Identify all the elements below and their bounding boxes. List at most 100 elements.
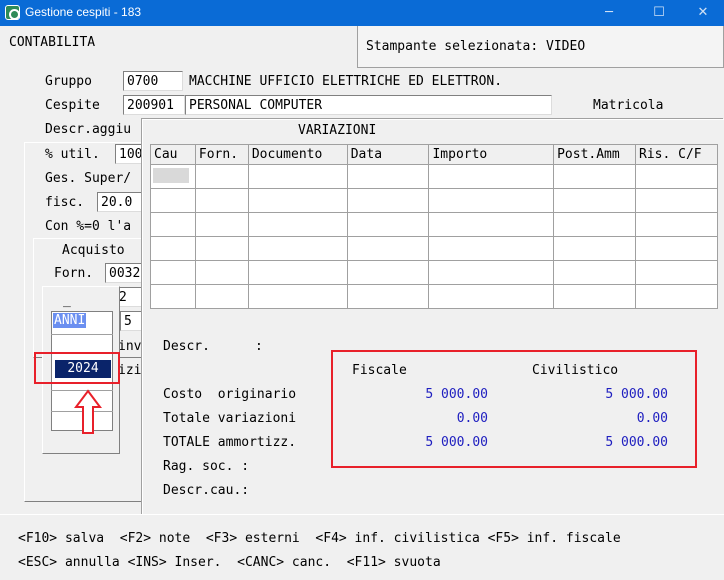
table-cell[interactable] [194,188,249,213]
column-header: Importo [428,144,555,165]
fisc-field[interactable]: 20.0 [97,192,145,212]
matricola-label: Matricola [593,98,664,113]
close-button[interactable]: ✕ [680,0,724,26]
cespite-label: Cespite [45,98,100,113]
table-cell[interactable] [635,188,718,213]
descr-label: Descr. [163,339,210,354]
column-header: Post.Amm [553,144,637,165]
util-field[interactable]: 100 [115,144,145,164]
title-bar: Gestione cespiti - 183 ─ ☐ ✕ [0,0,724,26]
fisc-label: fisc. [45,195,85,210]
table-cell[interactable] [428,164,555,189]
con-label: Con %=0 l'a [45,219,132,234]
cespite-code-field[interactable]: 200901 [123,95,185,115]
column-header: Documento [247,144,348,165]
table-cell[interactable] [194,212,249,237]
forn-field[interactable]: 0032 [105,263,145,283]
column-header: Cau [150,144,196,165]
table-cell[interactable] [247,188,348,213]
table-cell[interactable] [635,236,718,261]
table-row[interactable] [150,284,718,309]
table-cell[interactable] [194,260,249,285]
function-keys-bar: <F10> salva <F2> note <F3> esterni <F4> … [0,514,724,580]
gruppo-code-field[interactable]: 0700 [123,71,183,91]
table-cell[interactable] [428,236,555,261]
table-cell[interactable] [635,164,718,189]
table-cell[interactable] [150,284,196,309]
table-row[interactable] [150,188,718,213]
table-cell[interactable] [553,284,637,309]
table-cell[interactable] [346,164,430,189]
printer-panel: Stampante selezionata: VIDEO [357,26,724,68]
table-cell[interactable] [635,212,718,237]
table-cell[interactable] [553,260,637,285]
civilistico-header: Civilistico [532,363,619,378]
table-cell[interactable] [553,164,637,189]
ges-super-label: Ges. Super/ [45,171,132,186]
table-cell[interactable] [150,188,196,213]
table-cell[interactable] [247,260,348,285]
footer-keys-line1: <F10> salva <F2> note <F3> esterni <F4> … [18,531,621,546]
table-cell[interactable] [150,212,196,237]
table-cell[interactable] [150,164,196,189]
table-cell[interactable] [247,236,348,261]
table-cell[interactable] [428,284,555,309]
table-cell[interactable] [553,188,637,213]
costo-fiscale-value: 5 000.00 [425,387,488,402]
descr-aggiuntiva-label: Descr.aggiu [45,122,132,137]
popup-dash: _ [63,293,71,308]
table-row[interactable] [150,260,718,285]
partial-label-izi: izi [118,363,142,378]
footer-keys-line2: <ESC> annulla <INS> Inser. <CANC> canc. … [18,555,441,570]
costo-civilistico-value: 5 000.00 [605,387,668,402]
anni-header: ANNI [53,313,87,328]
totale-variazioni-label: Totale variazioni [163,411,297,426]
totale-ammortizz-label: TOTALE ammortizz. [163,435,297,450]
table-header-row: Cau Forn. Documento Data Importo Post.Am… [150,144,718,165]
cespite-description-field[interactable]: PERSONAL COMPUTER [185,95,552,115]
table-cell[interactable] [428,212,555,237]
partial-label-inv: inv [118,339,142,354]
costo-originario-label: Costo originario [163,387,297,402]
table-cell[interactable] [247,164,348,189]
table-cell[interactable] [247,212,348,237]
table-cell[interactable] [635,260,718,285]
table-cell[interactable] [194,164,249,189]
table-cell[interactable] [553,236,637,261]
table-cell[interactable] [346,188,430,213]
table-cell[interactable] [150,236,196,261]
totvar-fiscale-value: 0.00 [456,411,488,426]
minimize-button[interactable]: ─ [586,0,632,26]
table-cell[interactable] [428,188,555,213]
table-cell[interactable] [346,212,430,237]
annotation-rect-year [34,352,120,384]
table-cell[interactable] [247,284,348,309]
table-cell[interactable] [346,284,430,309]
column-header: Data [346,144,430,165]
section-title: CONTABILITA [9,35,96,50]
totamm-fiscale-value: 5 000.00 [425,435,488,450]
maximize-button[interactable]: ☐ [636,0,682,26]
fiscale-header: Fiscale [352,363,407,378]
table-row[interactable] [150,212,718,237]
column-header: Ris. C/F [635,144,718,165]
descr-colon: : [255,339,263,354]
table-cell[interactable] [428,260,555,285]
table-cell[interactable] [346,260,430,285]
column-header: Forn. [194,144,249,165]
table-row[interactable] [150,236,718,261]
table-cell[interactable] [150,260,196,285]
util-label: % util. [45,147,100,162]
table-cell[interactable] [635,284,718,309]
app-icon [5,5,20,20]
descr-cau-label: Descr.cau.: [163,483,250,498]
up-arrow-icon [74,389,102,434]
table-cell[interactable] [194,236,249,261]
table-cell[interactable] [346,236,430,261]
table-cell[interactable] [194,284,249,309]
active-cell-highlight [153,168,189,183]
table-cell[interactable] [553,212,637,237]
printer-label: Stampante selezionata: VIDEO [366,39,586,54]
table-row[interactable] [150,164,718,189]
main-window: CONTABILITA Stampante selezionata: VIDEO… [0,26,724,580]
